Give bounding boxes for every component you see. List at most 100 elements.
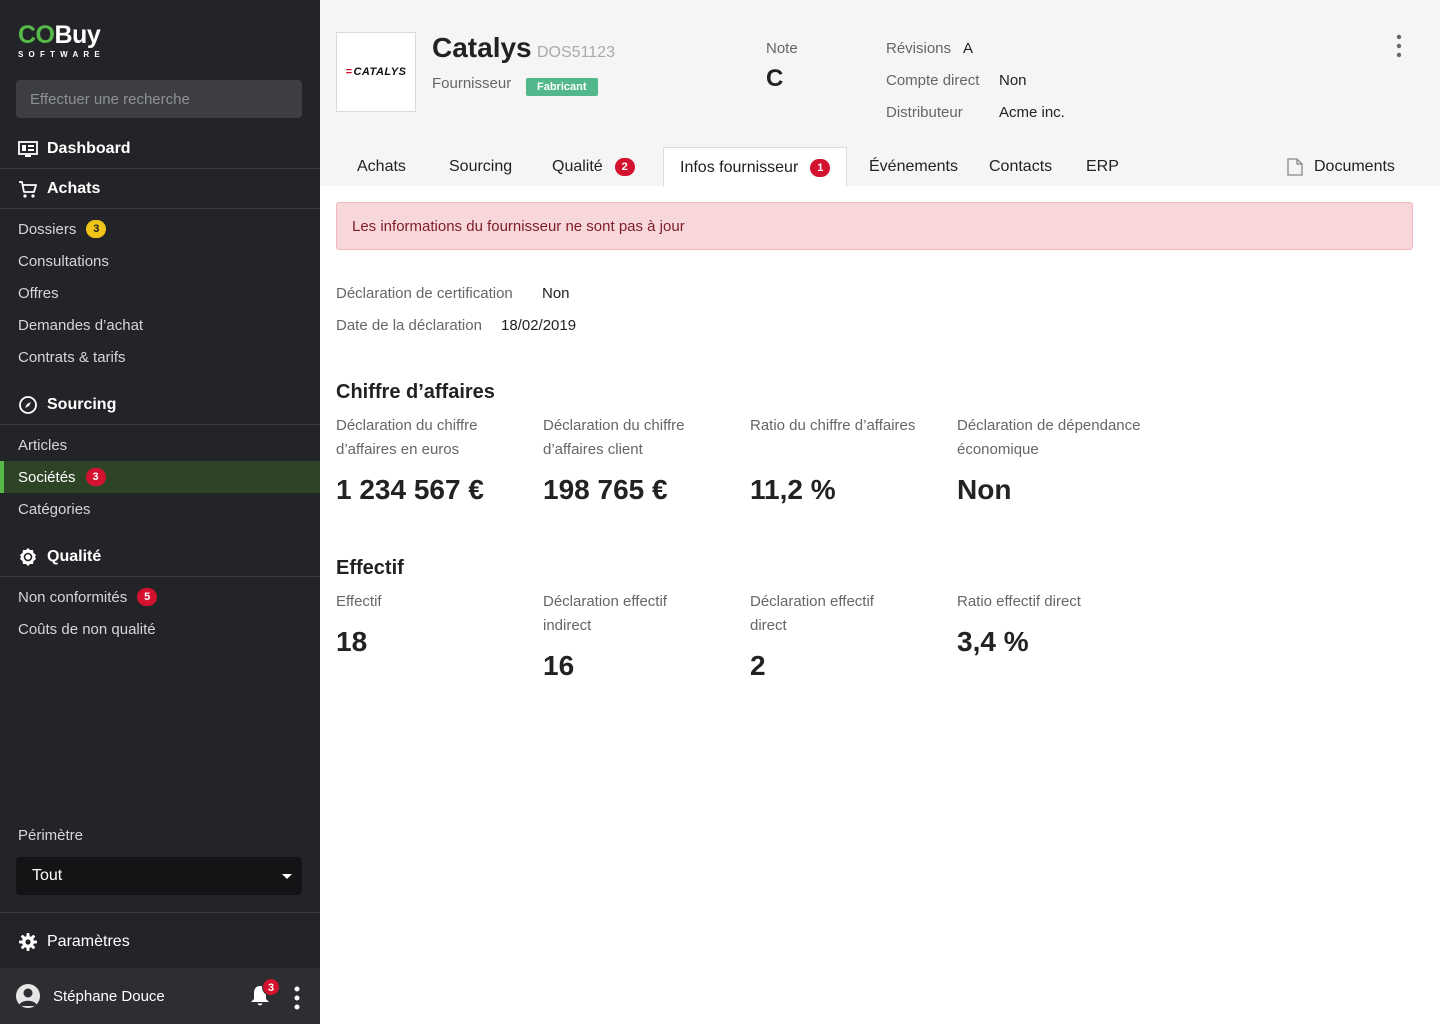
stat-label: Déclaration du chiffre d’affaires client — [543, 417, 685, 458]
stat-value: 2 — [750, 650, 766, 681]
section-title-effectif: Effectif — [336, 557, 404, 579]
declaration-date-value: 18/02/2019 — [501, 317, 577, 334]
tab-achats[interactable]: Achats — [357, 147, 406, 186]
logo-buy: Buy — [54, 21, 101, 49]
dashboard-icon — [18, 140, 38, 157]
stat-label: Déclaration de dépendance économique — [957, 417, 1141, 458]
parametres-label: Paramètres — [47, 932, 130, 950]
tab-evenements[interactable]: Événements — [869, 147, 958, 186]
declaration-date-label: Date de la déclaration — [336, 317, 482, 334]
nav-parametres[interactable]: Paramètres — [0, 912, 320, 970]
sidebar-item-demandes-achat[interactable]: Demandes d’achat — [0, 309, 320, 341]
tab-contacts[interactable]: Contacts — [989, 147, 1052, 186]
sidebar-item-label: Coûts de non qualité — [18, 620, 156, 638]
page-title: Catalys — [432, 32, 532, 63]
stat-value: 18 — [336, 626, 368, 657]
stat-value: Non — [957, 474, 1012, 505]
tab-label: Sourcing — [449, 157, 513, 175]
perimetre-select[interactable]: Tout — [16, 857, 302, 895]
notification-badge: 3 — [262, 978, 280, 996]
tab-erp[interactable]: ERP — [1086, 147, 1119, 186]
count-badge: 3 — [86, 220, 107, 238]
nav-dashboard-label: Dashboard — [47, 139, 131, 157]
sidebar-item-label: Sociétés — [18, 468, 76, 486]
revisions-value: A — [963, 40, 974, 57]
company-logo: =CATALYS — [336, 32, 416, 112]
gear-icon — [19, 932, 37, 951]
stat-value: 11,2 % — [750, 474, 836, 505]
supplier-header: =CATALYS Catalys DOS51123 Fournisseur Fa… — [320, 0, 1440, 187]
sidebar-item-couts-non-qualite[interactable]: Coûts de non qualité — [0, 613, 320, 645]
document-icon — [1287, 157, 1303, 176]
compte-direct-value: Non — [999, 72, 1027, 89]
user-name[interactable]: Stéphane Douce — [53, 988, 165, 1005]
company-role: Fournisseur — [432, 75, 512, 92]
sidebar-item-categories[interactable]: Catégories — [0, 493, 320, 525]
quality-badge-icon — [20, 547, 36, 566]
revisions-label: Révisions — [886, 40, 952, 57]
outdated-info-alert: Les informations du fournisseur ne sont … — [336, 202, 1413, 250]
count-badge: 3 — [85, 468, 106, 486]
compte-direct-label: Compte direct — [886, 72, 980, 89]
sidebar-item-offres[interactable]: Offres — [0, 277, 320, 309]
count-badge: 2 — [614, 157, 635, 176]
avatar[interactable] — [16, 984, 40, 1008]
tab-sourcing[interactable]: Sourcing — [449, 147, 512, 186]
stat-label: Effectif — [336, 593, 382, 610]
distributeur-label: Distributeur — [886, 104, 963, 121]
stat-label: Déclaration du chiffre d’affaires en eur… — [336, 417, 478, 458]
tab-label: Documents — [1314, 157, 1395, 175]
status-badge: Fabricant — [526, 78, 598, 96]
nav-dashboard[interactable]: Dashboard — [0, 129, 320, 169]
section-sourcing-title: Sourcing — [47, 395, 117, 413]
sidebar-item-label: Consultations — [18, 252, 109, 270]
stat-value: 16 — [543, 650, 575, 681]
sidebar-item-label: Demandes d’achat — [18, 316, 144, 334]
stat-label: Ratio effectif direct — [957, 593, 1081, 610]
stat-label: Déclaration effectif direct — [750, 593, 874, 634]
tab-qualite[interactable]: Qualité 2 — [552, 147, 635, 186]
cobuy-logo[interactable]: COBuy SOFTWARE — [18, 22, 105, 59]
company-logo-mark: = — [345, 66, 353, 78]
perimetre-label: Périmètre — [18, 827, 84, 844]
section-sourcing[interactable]: Sourcing — [0, 385, 320, 425]
search-input[interactable] — [16, 80, 302, 118]
tab-documents[interactable]: Documents — [1287, 147, 1395, 186]
sidebar-item-consultations[interactable]: Consultations — [0, 245, 320, 277]
caret-down-icon — [282, 874, 292, 879]
more-vertical-icon[interactable] — [292, 985, 302, 1011]
sidebar-item-non-conformites[interactable]: Non conformités 5 — [0, 581, 320, 613]
logo-co: CO — [18, 21, 55, 49]
count-badge: 1 — [810, 158, 831, 177]
sidebar-item-articles[interactable]: Articles — [0, 429, 320, 461]
sidebar-item-label: Offres — [18, 284, 59, 302]
stat-value: 3,4 % — [957, 626, 1029, 657]
logo-subtitle: SOFTWARE — [18, 50, 105, 59]
section-achats[interactable]: Achats — [0, 169, 320, 209]
certification-label: Déclaration de certification — [336, 285, 513, 302]
sidebar-item-dossiers[interactable]: Dossiers 3 — [0, 213, 320, 245]
sidebar-item-label: Articles — [18, 436, 68, 454]
section-qualite[interactable]: Qualité — [0, 537, 320, 577]
sidebar-item-label: Dossiers — [18, 220, 77, 238]
tab-infos-fournisseur[interactable]: Infos fournisseur 1 — [663, 147, 848, 187]
sidebar-item-societes[interactable]: Sociétés 3 — [0, 461, 320, 493]
perimetre-value: Tout — [32, 867, 63, 884]
sidebar: COBuy SOFTWARE Dashboard Achats Dossiers… — [0, 0, 320, 1024]
compass-icon — [19, 395, 37, 414]
user-icon — [19, 988, 37, 1006]
note-label: Note — [766, 40, 798, 57]
section-title-chiffre-affaires: Chiffre d’affaires — [336, 381, 495, 403]
sidebar-item-label: Contrats & tarifs — [18, 348, 126, 366]
more-vertical-icon[interactable] — [1394, 34, 1404, 60]
sidebar-item-label: Catégories — [18, 500, 91, 518]
section-achats-title: Achats — [47, 179, 101, 197]
sidebar-item-contrats-tarifs[interactable]: Contrats & tarifs — [0, 341, 320, 373]
company-logo-text: CATALYS — [353, 66, 407, 78]
dossier-code: DOS51123 — [537, 44, 615, 61]
tab-label: Achats — [357, 157, 406, 175]
distributeur-value: Acme inc. — [999, 104, 1065, 121]
tab-label: ERP — [1086, 157, 1119, 175]
stat-label: Ratio du chiffre d’affaires — [750, 417, 916, 434]
stat-label: Déclaration effectif indirect — [543, 593, 667, 634]
